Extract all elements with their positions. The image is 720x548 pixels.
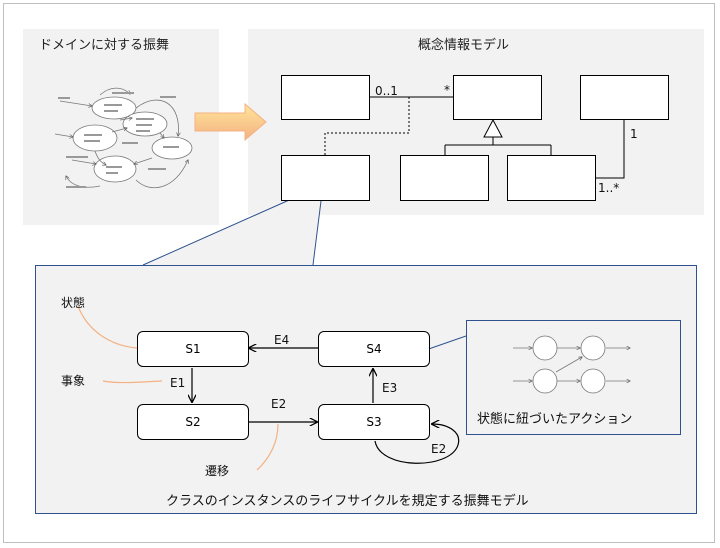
entity-box-bottom-center (400, 155, 489, 201)
multiplicity-one-to-many: 1..* (598, 181, 620, 195)
entity-box-bottom-left (281, 155, 370, 201)
event-e2-label: E2 (271, 397, 287, 411)
event-e1-label: E1 (170, 376, 186, 390)
entity-box-top-right (580, 75, 669, 120)
generalization-triangle (483, 118, 503, 138)
entity-box-bottom-right (507, 155, 596, 201)
state-s4: S4 (318, 331, 430, 367)
entity-box-top-left (281, 75, 370, 120)
multiplicity-many: * (444, 83, 450, 97)
one-to-many-line (595, 119, 625, 179)
entity-box-top-center (453, 75, 542, 120)
event-e4-label: E4 (274, 333, 290, 347)
state-s2: S2 (137, 404, 249, 440)
event-e2-loop-label: E2 (431, 442, 447, 456)
action-box-caption: 状態に紐づいたアクション (477, 412, 633, 427)
state-annotation-curve (77, 305, 138, 349)
flow-arrow (194, 102, 267, 142)
state-s1: S1 (137, 331, 249, 367)
event-annotation: 事象 (61, 374, 86, 388)
multiplicity-one: 1 (630, 127, 638, 141)
state-annotation: 状態 (61, 296, 86, 310)
domain-sketch (54, 87, 193, 189)
event-e3-label: E3 (382, 381, 398, 395)
transition-annotation: 遷移 (205, 464, 230, 478)
lifecycle-caption: クラスのインスタンスのライフサイクルを規定する振舞モデル (166, 494, 529, 509)
event-annotation-curve (102, 380, 163, 384)
transition-annotation-curve (256, 423, 279, 471)
state-s3: S3 (318, 404, 430, 440)
multiplicity-zero-to-one: 0..1 (375, 84, 398, 98)
